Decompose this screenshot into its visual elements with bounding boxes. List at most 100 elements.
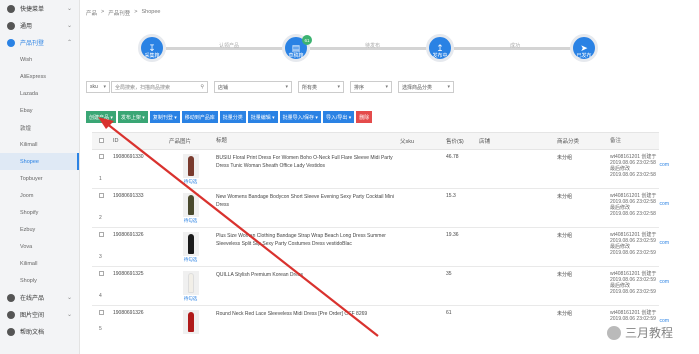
- chevron-down-icon: ▾: [337, 84, 340, 90]
- row-notes: wt408161201 创建于 2019.08.06 23:02:59 最后修改…: [608, 267, 659, 305]
- sidebar-item-wish[interactable]: Wish: [0, 51, 79, 68]
- speedometer-icon: [7, 4, 15, 13]
- sidebar-item-ezbuy[interactable]: Ezbuy: [0, 221, 79, 238]
- row-com-link[interactable]: com: [660, 201, 669, 207]
- sidebar-item-joom[interactable]: Joom: [0, 187, 79, 204]
- product-thumbnail[interactable]: [182, 232, 199, 256]
- row-checkbox[interactable]: [99, 310, 104, 315]
- row-number: 5: [99, 326, 102, 332]
- thumbnail-link[interactable]: 待勾选: [169, 257, 212, 263]
- sidebar-item-kilimall-2[interactable]: Kilimall: [0, 255, 79, 272]
- product-category-select[interactable]: 选择商品分类 ▾: [398, 81, 454, 93]
- sidebar-item-shopify[interactable]: Shopify: [0, 204, 79, 221]
- category-select[interactable]: 所有类 ▾: [298, 81, 344, 93]
- table-row[interactable]: 3 19080691326 待勾选 Plus Size Women Clothi…: [92, 228, 669, 267]
- sidebar-item-kilimall[interactable]: Kilimall: [0, 136, 79, 153]
- column-header-image: 产品图片: [169, 139, 192, 145]
- breadcrumb: 产品 > 产品刊登 > Shopee: [86, 9, 160, 17]
- publish-button[interactable]: 发布上架 ▾: [117, 111, 148, 123]
- batch-edit-button[interactable]: 批量编辑 ▾: [247, 111, 278, 123]
- row-id: 19080691326: [113, 232, 144, 238]
- row-number: 1: [99, 176, 102, 182]
- batch-category-button[interactable]: 批量分类: [219, 111, 246, 123]
- select-all-checkbox[interactable]: [99, 137, 104, 143]
- copy-listing-button[interactable]: 复制刊登 ▾: [149, 111, 180, 123]
- move-to-library-button[interactable]: 移动到产品库: [181, 111, 218, 123]
- sidebar-group-online-products[interactable]: 在线产品 ⌄: [0, 289, 79, 306]
- thumbnail-link[interactable]: 待勾选: [169, 296, 212, 302]
- sidebar-item-shopee[interactable]: Shopee: [0, 153, 79, 170]
- sidebar-group-label: 帮助文档: [20, 330, 45, 336]
- product-category-value: 选择商品分类: [402, 84, 433, 91]
- row-com-link[interactable]: com: [660, 240, 669, 246]
- breadcrumb-item[interactable]: 产品: [86, 9, 97, 17]
- sidebar-group-general[interactable]: 通用 ⌄: [0, 17, 79, 34]
- thumbnail-link[interactable]: 待勾选: [169, 179, 212, 185]
- product-figure: [187, 195, 194, 215]
- table-row[interactable]: 2 19080691333 待勾选 New Womens Bandage Bod…: [92, 189, 669, 228]
- create-product-button[interactable]: 创建产品 ▾: [86, 111, 116, 123]
- sidebar-item-ebay[interactable]: Ebay: [0, 102, 79, 119]
- row-title[interactable]: New Womens Bandage Bodycon Short Sleeve …: [214, 189, 398, 227]
- sidebar-group-label: 产品刊登: [20, 41, 45, 47]
- sidebar-item-dhgate[interactable]: 敦煌: [0, 119, 79, 136]
- product-thumbnail[interactable]: [182, 193, 199, 217]
- sort-select[interactable]: 排序 ▾: [350, 81, 392, 93]
- row-store: [477, 306, 555, 338]
- row-title[interactable]: Round Neck Red Lace Sleeveless Midi Dres…: [214, 306, 398, 338]
- sidebar-group-product-listing[interactable]: 产品刊登 ⌃: [0, 34, 79, 51]
- delete-button[interactable]: 删除: [356, 111, 373, 123]
- row-checkbox[interactable]: [99, 154, 104, 159]
- row-checkbox[interactable]: [99, 193, 104, 198]
- sidebar-group-shortcuts[interactable]: 快捷菜单 ⌄: [0, 0, 79, 17]
- chevron-down-icon: ⌄: [66, 295, 72, 301]
- row-id: 19080691326: [113, 310, 144, 316]
- sidebar-group-image-space[interactable]: 图片空间 ⌄: [0, 306, 79, 323]
- breadcrumb-item[interactable]: 产品刊登: [108, 9, 130, 17]
- chevron-down-icon: ▾: [447, 84, 450, 90]
- table-row[interactable]: 4 19080691325 待勾选 QUILLA Stylish Premium…: [92, 267, 669, 306]
- row-title[interactable]: Plus Size Women Clothing Bandage Strap W…: [214, 228, 398, 266]
- table-row[interactable]: 1 19080691330 待勾选 BUSIU Floral Print Dre…: [92, 150, 669, 189]
- row-com-link[interactable]: com: [660, 279, 669, 285]
- row-category: 未分组: [557, 311, 573, 317]
- search-placeholder: 全局搜索，扫描商品搜索: [115, 84, 171, 91]
- breadcrumb-separator: >: [134, 9, 138, 15]
- import-export-button[interactable]: 导入/导出 ▾: [322, 111, 355, 123]
- product-figure: [187, 234, 194, 254]
- row-store: [477, 267, 555, 305]
- sidebar-group-help[interactable]: 帮助文档: [0, 323, 79, 340]
- store-select[interactable]: 店铺 ▾: [214, 81, 292, 93]
- table-row[interactable]: 5 19080691326 Round Neck Red Lace Sleeve…: [92, 306, 669, 338]
- row-title[interactable]: QUILLA Stylish Premium Korean Dress: [214, 267, 398, 305]
- sidebar-item-aliexpress[interactable]: AliExpress: [0, 68, 79, 85]
- sidebar-item-lazada[interactable]: Lazada: [0, 85, 79, 102]
- row-title[interactable]: BUSIU Floral Print Dress For Women Boho …: [214, 150, 398, 188]
- row-select-cell: 5: [92, 306, 111, 338]
- batch-save-button[interactable]: 批量导入/保存 ▾: [279, 111, 321, 123]
- draft-count-badge: 61: [302, 35, 312, 45]
- product-thumbnail[interactable]: [182, 271, 199, 295]
- column-header-sku: 父sku: [400, 139, 415, 145]
- row-number: 2: [99, 215, 102, 221]
- row-category: 未分组: [557, 272, 573, 278]
- row-id: 19080691325: [113, 271, 144, 277]
- product-thumbnail[interactable]: [182, 154, 199, 178]
- search-input[interactable]: 全局搜索，扫描商品搜索 ⚲: [111, 81, 208, 93]
- search-type-select[interactable]: sku ▾: [86, 81, 110, 93]
- row-com-link[interactable]: com: [660, 162, 669, 168]
- product-thumbnail[interactable]: [182, 310, 199, 334]
- row-checkbox[interactable]: [99, 232, 104, 237]
- row-store: [477, 228, 555, 266]
- sidebar-group-label: 在线产品: [20, 296, 45, 302]
- column-header-price: 售价($): [446, 139, 464, 145]
- row-checkbox[interactable]: [99, 271, 104, 276]
- search-icon[interactable]: ⚲: [200, 84, 204, 90]
- row-sku: [398, 150, 444, 188]
- row-price: 19.36: [446, 232, 459, 238]
- sidebar-item-vova[interactable]: Vova: [0, 238, 79, 255]
- thumbnail-link[interactable]: 待勾选: [169, 218, 212, 224]
- sidebar-item-topbuyer[interactable]: Topbuyer: [0, 170, 79, 187]
- row-price: 15.3: [446, 193, 456, 199]
- sidebar-item-shoply[interactable]: Shoply: [0, 272, 79, 289]
